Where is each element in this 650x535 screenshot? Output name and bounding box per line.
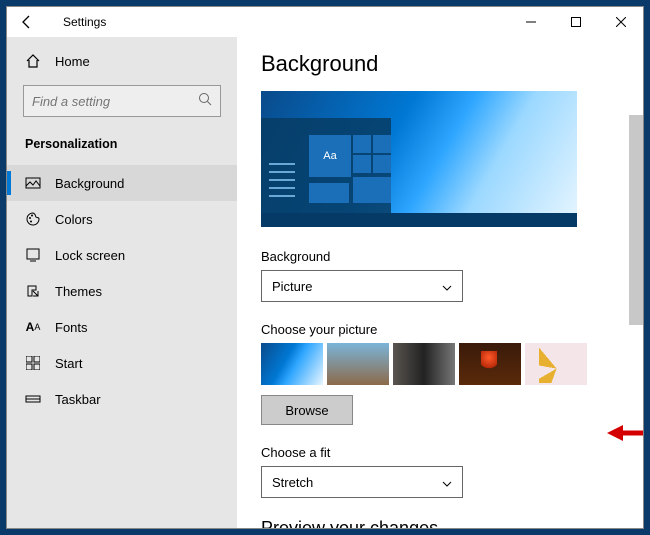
browse-label: Browse xyxy=(285,403,328,418)
fit-label: Choose a fit xyxy=(261,445,619,460)
thumbnail-1[interactable] xyxy=(261,343,323,385)
main-panel: Background Aa Background Picture xyxy=(237,37,643,528)
taskbar-icon xyxy=(25,391,41,407)
nav-label: Fonts xyxy=(55,320,88,335)
start-icon xyxy=(25,355,41,371)
thumbnail-5[interactable] xyxy=(525,343,587,385)
preview-changes-heading: Preview your changes xyxy=(261,518,619,528)
nav-label: Start xyxy=(55,356,82,371)
dropdown-value: Picture xyxy=(272,279,312,294)
chevron-down-icon xyxy=(442,475,452,490)
window-controls xyxy=(508,7,643,37)
nav-start[interactable]: Start xyxy=(7,345,237,381)
search-input[interactable] xyxy=(32,94,212,109)
thumbnail-3[interactable] xyxy=(393,343,455,385)
nav-background[interactable]: Background xyxy=(7,165,237,201)
browse-button[interactable]: Browse xyxy=(261,395,353,425)
settings-window: Settings Home Personalization Background xyxy=(6,6,644,529)
nav-themes[interactable]: Themes xyxy=(7,273,237,309)
background-label: Background xyxy=(261,249,619,264)
nav-fonts[interactable]: AA Fonts xyxy=(7,309,237,345)
close-button[interactable] xyxy=(598,7,643,37)
sample-text-tile: Aa xyxy=(309,135,351,177)
search-icon xyxy=(198,92,212,111)
nav-label: Taskbar xyxy=(55,392,101,407)
picture-icon xyxy=(25,175,41,191)
minimize-icon xyxy=(526,17,536,27)
picture-thumbnails xyxy=(261,343,619,385)
back-button[interactable] xyxy=(15,10,39,34)
thumbnail-4[interactable] xyxy=(459,343,521,385)
choose-picture-label: Choose your picture xyxy=(261,322,619,337)
home-label: Home xyxy=(55,54,90,69)
sidebar: Home Personalization Background Colors L… xyxy=(7,37,237,528)
close-icon xyxy=(616,17,626,27)
page-heading: Background xyxy=(261,51,619,77)
lock-screen-icon xyxy=(25,247,41,263)
nav-taskbar[interactable]: Taskbar xyxy=(7,381,237,417)
scrollbar[interactable] xyxy=(629,115,643,325)
nav-colors[interactable]: Colors xyxy=(7,201,237,237)
nav-label: Background xyxy=(55,176,124,191)
content: Home Personalization Background Colors L… xyxy=(7,37,643,528)
chevron-down-icon xyxy=(442,279,452,294)
home-icon xyxy=(25,53,41,69)
home-link[interactable]: Home xyxy=(7,45,237,77)
minimize-button[interactable] xyxy=(508,7,553,37)
thumbnail-2[interactable] xyxy=(327,343,389,385)
background-dropdown[interactable]: Picture xyxy=(261,270,463,302)
titlebar: Settings xyxy=(7,7,643,37)
palette-icon xyxy=(25,211,41,227)
window-title: Settings xyxy=(63,15,106,29)
arrow-left-icon xyxy=(20,15,34,29)
dropdown-value: Stretch xyxy=(272,475,313,490)
fit-dropdown[interactable]: Stretch xyxy=(261,466,463,498)
desktop-preview: Aa xyxy=(261,91,577,227)
nav-label: Lock screen xyxy=(55,248,125,263)
fonts-icon: AA xyxy=(25,319,41,335)
nav-label: Colors xyxy=(55,212,93,227)
nav-label: Themes xyxy=(55,284,102,299)
themes-icon xyxy=(25,283,41,299)
search-box[interactable] xyxy=(23,85,221,117)
nav-lock-screen[interactable]: Lock screen xyxy=(7,237,237,273)
maximize-icon xyxy=(571,17,581,27)
maximize-button[interactable] xyxy=(553,7,598,37)
section-heading: Personalization xyxy=(7,131,237,165)
